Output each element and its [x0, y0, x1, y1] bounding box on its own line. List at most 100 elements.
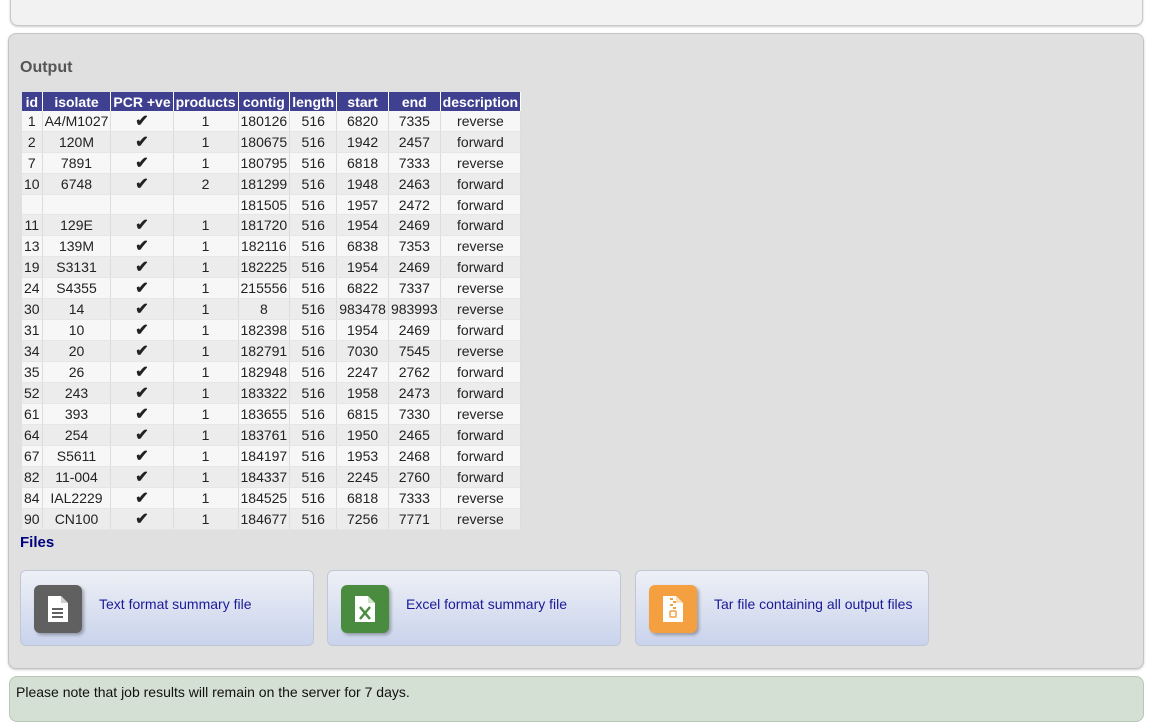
cell-start: 1958	[336, 382, 389, 405]
notice-text: Please note that job results will remain…	[16, 684, 410, 700]
cell-description: reverse	[440, 235, 522, 258]
tar-archive-link[interactable]: Tar file containing all output files	[635, 570, 929, 646]
cell-end: 2463	[388, 173, 441, 195]
cell-products: 1	[173, 487, 239, 510]
table-row: 2 120M ✔ 1 180675 516 1942 2457 forward	[22, 131, 522, 153]
table-row: 7 7891 ✔ 1 180795 516 6818 7333 reverse	[22, 152, 522, 174]
cell-products: 1	[173, 445, 239, 468]
cell-length: 516	[289, 403, 338, 426]
cell-id: 30	[22, 298, 43, 321]
cell-description: forward	[440, 424, 522, 447]
cell-start: 6818	[336, 487, 389, 510]
cell-length: 516	[289, 508, 338, 531]
cell-start: 7030	[336, 340, 389, 363]
column-header-isolate: isolate	[42, 92, 112, 111]
cell-id: 1	[22, 111, 43, 132]
cell-contig: 182398	[238, 319, 291, 342]
cell-products	[173, 194, 239, 216]
cell-description: forward	[440, 214, 522, 237]
cell-end: 2457	[388, 131, 441, 153]
cell-end: 7330	[388, 403, 441, 426]
cell-length: 516	[289, 424, 338, 447]
cell-length: 516	[289, 487, 338, 510]
column-header-end: end	[388, 92, 441, 111]
cell-isolate: S4355	[42, 277, 112, 300]
cell-pcr: ✔	[110, 298, 174, 321]
cell-pcr: ✔	[110, 152, 174, 174]
cell-description: reverse	[440, 340, 522, 363]
cell-end: 2760	[388, 466, 441, 489]
cell-end: 2762	[388, 361, 441, 384]
cell-id: 90	[22, 508, 43, 531]
previous-panel	[10, 0, 1143, 26]
cell-length: 516	[289, 361, 338, 384]
cell-length: 516	[289, 319, 338, 342]
cell-pcr: ✔	[110, 214, 174, 237]
cell-pcr: ✔	[110, 319, 174, 342]
cell-id: 10	[22, 173, 43, 195]
cell-length: 516	[289, 445, 338, 468]
cell-isolate: 11-004	[42, 466, 112, 489]
cell-isolate: 243	[42, 382, 112, 405]
cell-contig: 184525	[238, 487, 291, 510]
table-row: 19 S3131 ✔ 1 182225 516 1954 2469 forward	[22, 256, 522, 279]
cell-description: forward	[440, 319, 522, 342]
cell-products: 1	[173, 466, 239, 489]
cell-start: 6815	[336, 403, 389, 426]
cell-id: 84	[22, 487, 43, 510]
cell-description: forward	[440, 194, 522, 216]
cell-end: 2468	[388, 445, 441, 468]
text-summary-link[interactable]: Text format summary file	[20, 570, 314, 646]
cell-end: 7333	[388, 487, 441, 510]
cell-contig: 180675	[238, 131, 291, 153]
cell-products: 1	[173, 319, 239, 342]
cell-end: 7545	[388, 340, 441, 363]
cell-products: 1	[173, 277, 239, 300]
cell-end: 7353	[388, 235, 441, 258]
cell-isolate: 120M	[42, 131, 112, 153]
cell-description: forward	[440, 445, 522, 468]
cell-isolate: 10	[42, 319, 112, 342]
table-row: 52 243 ✔ 1 183322 516 1958 2473 forward	[22, 382, 522, 405]
cell-start: 1942	[336, 131, 389, 153]
excel-summary-link[interactable]: Excel format summary file	[327, 570, 621, 646]
cell-description: reverse	[440, 403, 522, 426]
cell-products: 1	[173, 382, 239, 405]
cell-start: 1957	[336, 194, 389, 216]
cell-id: 67	[22, 445, 43, 468]
table-row: 181505 516 1957 2472 forward	[22, 194, 522, 216]
text-summary-label: Text format summary file	[99, 596, 252, 612]
cell-contig: 181299	[238, 173, 291, 195]
cell-length: 516	[289, 214, 338, 237]
output-panel: Output id isolate PCR +ve products conti…	[8, 33, 1144, 669]
cell-description: forward	[440, 361, 522, 384]
cell-length: 516	[289, 277, 338, 300]
cell-pcr: ✔	[110, 111, 174, 132]
cell-contig: 182225	[238, 256, 291, 279]
cell-length: 516	[289, 298, 338, 321]
cell-id: 7	[22, 152, 43, 174]
cell-pcr: ✔	[110, 403, 174, 426]
cell-end: 983993	[388, 298, 441, 321]
cell-id: 61	[22, 403, 43, 426]
files-heading: Files	[20, 534, 55, 551]
cell-length: 516	[289, 466, 338, 489]
cell-start: 1954	[336, 256, 389, 279]
cell-pcr: ✔	[110, 131, 174, 153]
cell-contig: 183761	[238, 424, 291, 447]
tar-archive-label: Tar file containing all output files	[714, 596, 913, 612]
cell-contig: 184677	[238, 508, 291, 531]
cell-pcr	[110, 194, 174, 216]
cell-start: 1948	[336, 173, 389, 195]
cell-isolate: 14	[42, 298, 112, 321]
cell-start: 6820	[336, 111, 389, 132]
cell-id: 35	[22, 361, 43, 384]
cell-start: 6822	[336, 277, 389, 300]
cell-description: reverse	[440, 277, 522, 300]
cell-pcr: ✔	[110, 256, 174, 279]
cell-description: reverse	[440, 111, 522, 132]
cell-products: 1	[173, 424, 239, 447]
table-row: 31 10 ✔ 1 182398 516 1954 2469 forward	[22, 319, 522, 342]
cell-id: 31	[22, 319, 43, 342]
cell-pcr: ✔	[110, 361, 174, 384]
